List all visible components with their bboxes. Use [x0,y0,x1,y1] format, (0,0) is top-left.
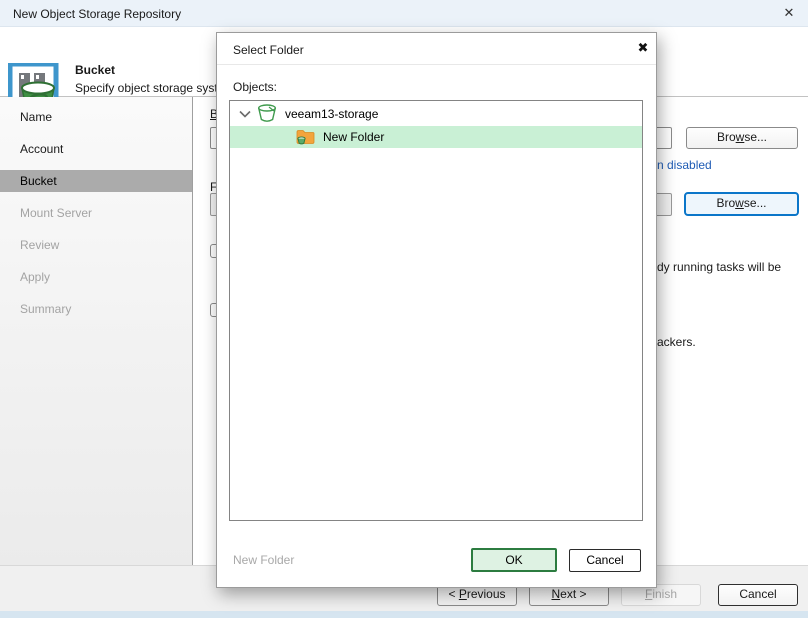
previous-accel: P [459,587,467,601]
finish-label-end: inish [652,587,677,601]
new-folder-button[interactable]: New Folder [233,553,294,567]
window-title: New Object Storage Repository [13,7,181,21]
wizard-steps-sidebar: Name Account Bucket Mount Server Review … [0,97,193,565]
next-label-end: ext > [560,587,586,601]
tree-row-storage-label: veeam13-storage [285,107,378,121]
objects-label: Objects: [233,80,277,94]
objects-tree: veeam13-storage New Folder [229,100,643,521]
dialog-title-divider [217,64,656,65]
sidebar-item-mount-server[interactable]: Mount Server [0,202,192,224]
bucket-folder-icon [296,129,315,145]
sidebar-item-summary[interactable]: Summary [0,298,192,320]
previous-label: < [448,587,458,601]
folder-browse-label: Bro [716,196,735,210]
chevron-down-icon[interactable] [237,106,253,122]
bucket-browse-button[interactable]: Browse... [686,127,798,149]
dialog-cancel-button[interactable]: Cancel [569,549,641,572]
folder-browse-button[interactable]: Browse... [684,192,799,216]
window-close-icon[interactable]: ✕ [778,5,800,23]
bucket-browse-label-end: se... [744,130,767,144]
tree-row-new-folder-label: New Folder [323,130,384,144]
versioning-status-link[interactable]: n disabled [657,158,712,172]
tree-row-new-folder[interactable]: New Folder [230,126,642,148]
sidebar-item-apply[interactable]: Apply [0,266,192,288]
sidebar-item-name[interactable]: Name [0,106,192,128]
dialog-title: Select Folder [233,43,304,57]
sidebar-item-review[interactable]: Review [0,234,192,256]
previous-label-end: revious [467,587,506,601]
window-bottom-strip [0,611,808,618]
wizard-cancel-button[interactable]: Cancel [718,584,798,606]
ok-button[interactable]: OK [471,548,557,572]
step-title: Bucket [75,63,115,77]
tree-row-storage[interactable]: veeam13-storage [230,101,642,126]
sidebar-item-account[interactable]: Account [0,138,192,160]
limit-tasks-note-fragment: dy running tasks will be [657,260,781,274]
next-accel: N [551,587,560,601]
window-titlebar: New Object Storage Repository ✕ [0,0,808,27]
step-subtitle: Specify object storage system [75,81,234,95]
select-folder-dialog: Select Folder ✖ Objects: veeam13-storage… [216,32,657,588]
bucket-icon [257,104,277,123]
bucket-browse-label: Bro [717,130,736,144]
dialog-close-icon[interactable]: ✖ [632,40,654,58]
folder-browse-label-end: se... [744,196,767,210]
folder-browse-accel: w [735,196,744,210]
sidebar-item-bucket[interactable]: Bucket [0,170,192,192]
immutability-note-fragment: ackers. [657,335,696,349]
